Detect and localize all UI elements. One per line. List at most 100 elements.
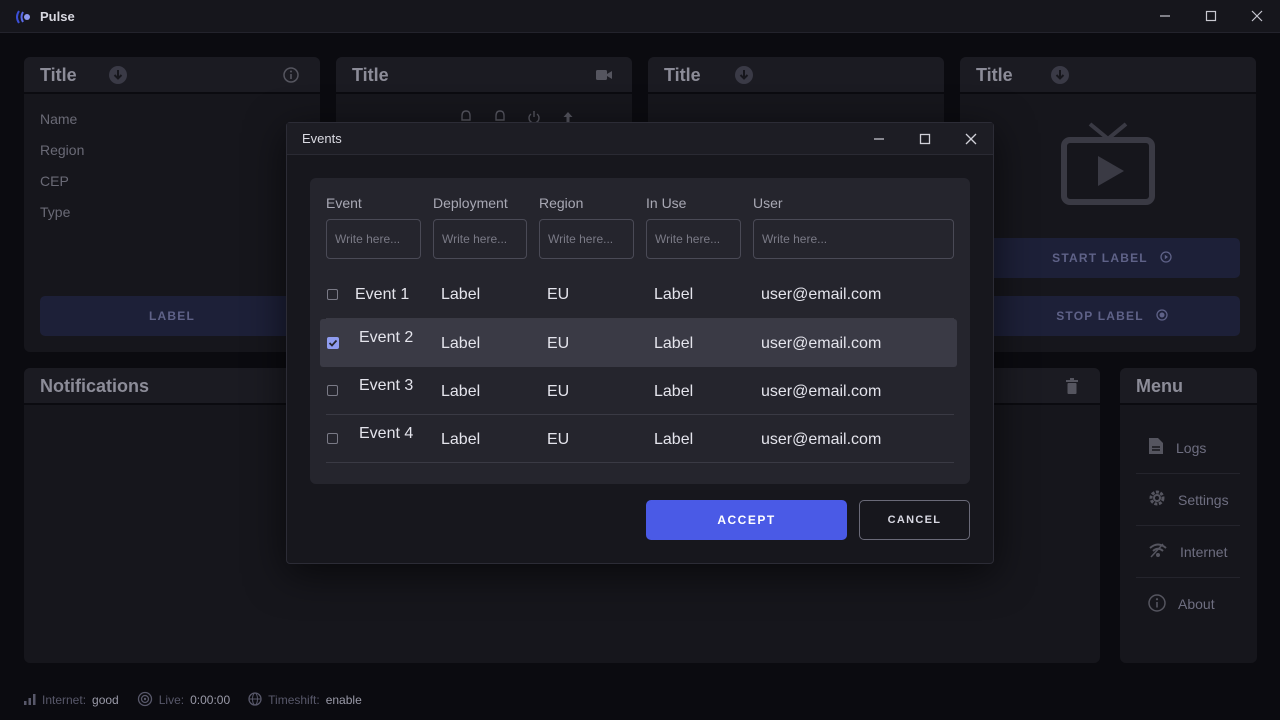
menu-item-internet[interactable]: Internet	[1136, 526, 1240, 578]
status-bar: Internet: good Live: 0:00:00 Timeshift: …	[0, 680, 1280, 720]
info-card: Title Name Region CEP Type LABEL	[24, 57, 320, 352]
live-broadcast-icon	[137, 691, 153, 710]
field-type-label: Type	[40, 204, 71, 220]
wifi-icon	[1148, 542, 1168, 561]
pulse-logo-icon	[14, 9, 32, 25]
cell-in-use: Label	[654, 335, 694, 352]
status-live: Live: 0:00:00	[137, 691, 230, 710]
card-title: Title	[40, 65, 77, 85]
menu-title: Menu	[1136, 376, 1183, 396]
card-title: Title	[976, 65, 1013, 85]
video-camera-icon[interactable]	[594, 66, 614, 84]
row-checkbox[interactable]	[327, 289, 338, 300]
cell-user: user@email.com	[761, 431, 882, 448]
status-timeshift: Timeshift: enable	[248, 691, 362, 709]
cell-region: EU	[547, 286, 570, 303]
cell-deployment: Label	[441, 431, 481, 448]
table-row[interactable]: Event 1 Label EU Label user@email.com	[326, 271, 954, 319]
checkmark-icon	[328, 339, 338, 347]
stop-circle-icon	[1156, 308, 1168, 324]
menu-item-label: Logs	[1176, 439, 1207, 456]
filter-deployment-input[interactable]	[433, 219, 527, 259]
field-name-label: Name	[40, 111, 78, 127]
table-row[interactable]: Event 4 Label EU Label user@email.com	[326, 415, 954, 463]
cell-event: Event 3	[359, 377, 414, 394]
cell-user: user@email.com	[761, 383, 882, 400]
cell-event: Event 1	[355, 286, 410, 303]
cell-region: EU	[547, 335, 570, 352]
menu-item-label: Settings	[1178, 491, 1229, 508]
dialog-close-button[interactable]	[960, 129, 982, 149]
label-button[interactable]: LABEL	[40, 296, 304, 336]
dialog-title: Events	[302, 131, 342, 146]
filter-event-input[interactable]	[326, 219, 421, 259]
table-row-selected[interactable]: Event 2 Label EU Label user@email.com	[320, 319, 957, 367]
tv-play-icon	[1060, 122, 1156, 208]
start-label-text: START LABEL	[1052, 251, 1148, 265]
close-button[interactable]	[1246, 6, 1268, 26]
row-checkbox[interactable]	[327, 385, 338, 396]
cell-user: user@email.com	[761, 335, 882, 352]
cell-in-use: Label	[654, 383, 694, 400]
dialog-maximize-button[interactable]	[914, 129, 936, 149]
events-dialog: Events Event Deployment Region In Use Us…	[286, 122, 994, 564]
app-title: Pulse	[40, 9, 75, 24]
column-header-in-use: In Use	[646, 195, 687, 211]
maximize-button[interactable]	[1200, 6, 1222, 26]
menu-item-label: About	[1178, 596, 1215, 612]
cancel-button[interactable]: CANCEL	[859, 500, 970, 540]
globe-icon	[248, 691, 262, 709]
cell-in-use: Label	[654, 431, 694, 448]
column-header-region: Region	[539, 195, 584, 211]
trash-icon[interactable]	[1064, 377, 1080, 395]
cell-deployment: Label	[441, 383, 481, 400]
window-titlebar: Pulse	[0, 0, 1280, 33]
filter-user-input[interactable]	[753, 219, 954, 259]
card-header: Title	[960, 57, 1256, 94]
filter-in-use-input[interactable]	[646, 219, 741, 259]
cell-region: EU	[547, 383, 570, 400]
row-checkbox[interactable]	[327, 433, 338, 444]
download-icon[interactable]	[734, 65, 754, 85]
menu-item-label: Internet	[1180, 543, 1228, 560]
stop-label-text: STOP LABEL	[1056, 309, 1144, 323]
cell-event: Event 2	[359, 329, 414, 346]
status-internet: Internet: good	[24, 693, 119, 708]
player-card: Title START LABEL STOP LABEL	[960, 57, 1256, 352]
menu-item-about[interactable]: About	[1136, 578, 1240, 630]
filter-region-input[interactable]	[539, 219, 634, 259]
field-region-label: Region	[40, 142, 85, 158]
card-title: Title	[664, 65, 701, 85]
menu-item-settings[interactable]: Settings	[1136, 474, 1240, 526]
info-icon	[1148, 593, 1166, 615]
column-header-user: User	[753, 195, 783, 211]
cell-deployment: Label	[441, 286, 481, 303]
dialog-minimize-button[interactable]	[868, 129, 890, 149]
card-header: Title	[24, 57, 320, 94]
menu-item-logs[interactable]: Logs	[1136, 422, 1240, 474]
field-cep-label: CEP	[40, 173, 69, 189]
menu-panel: Menu Logs Settings Internet About	[1120, 368, 1257, 663]
download-icon[interactable]	[1050, 65, 1070, 85]
column-header-deployment: Deployment	[433, 195, 508, 211]
card-header: Title	[336, 57, 632, 94]
gear-icon	[1148, 489, 1166, 510]
cell-user: user@email.com	[761, 286, 882, 303]
info-icon[interactable]	[282, 66, 300, 84]
cell-deployment: Label	[441, 335, 481, 352]
cell-event: Event 4	[359, 425, 414, 442]
row-checkbox-checked[interactable]	[327, 337, 339, 349]
cell-in-use: Label	[654, 286, 694, 303]
stop-label-button[interactable]: STOP LABEL	[984, 296, 1240, 336]
download-icon[interactable]	[108, 65, 128, 85]
events-table: Event Deployment Region In Use User Even…	[310, 178, 970, 484]
minimize-button[interactable]	[1154, 6, 1176, 26]
table-row[interactable]: Event 3 Label EU Label user@email.com	[326, 367, 954, 415]
accept-button[interactable]: ACCEPT	[646, 500, 847, 540]
document-icon	[1148, 437, 1164, 458]
dialog-titlebar: Events	[287, 123, 993, 155]
start-label-button[interactable]: START LABEL	[984, 238, 1240, 278]
card-title: Title	[352, 65, 389, 85]
card-header: Title	[648, 57, 944, 94]
notifications-title: Notifications	[40, 376, 150, 396]
